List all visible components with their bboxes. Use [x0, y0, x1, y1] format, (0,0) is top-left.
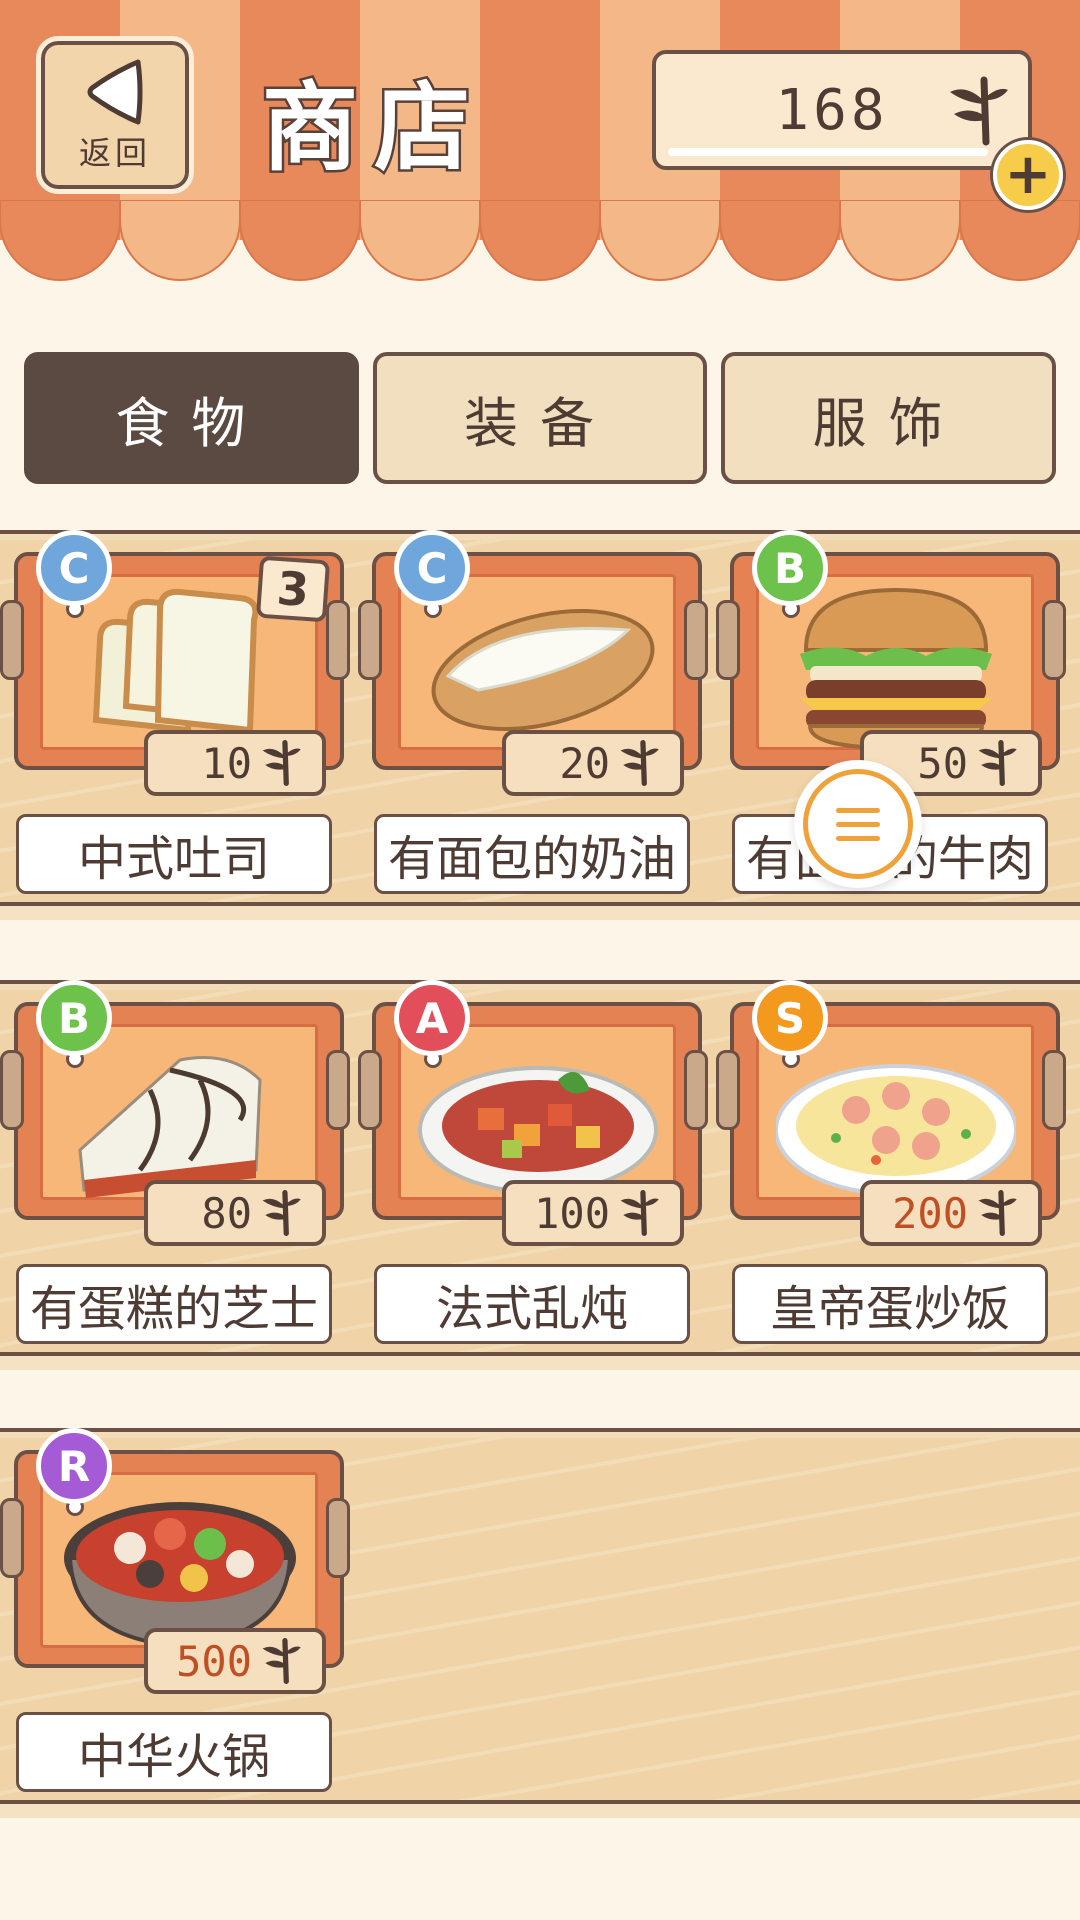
currency-panel: 168 — [652, 50, 1032, 170]
grade-badge: S — [752, 980, 828, 1056]
cake-food-icon — [78, 1056, 262, 1198]
price-value: 20 — [559, 738, 610, 788]
currency-amount: 168 — [775, 77, 889, 143]
price-value: 10 — [201, 738, 252, 788]
price-tag[interactable]: 20 — [502, 730, 684, 796]
price-value: 50 — [917, 738, 968, 788]
bamboo-currency-icon — [950, 76, 1008, 146]
grade-badge: R — [36, 1428, 112, 1504]
shop-item[interactable]: A 100 法式乱炖 — [358, 980, 708, 1344]
price-tag[interactable]: 80 — [144, 1180, 326, 1246]
price-value: 200 — [892, 1188, 968, 1238]
shop-item[interactable]: B 80 有蛋糕的芝士 — [0, 980, 350, 1344]
burger-food-icon — [800, 587, 992, 750]
back-arrow-icon — [84, 56, 146, 128]
price-value: 80 — [201, 1188, 252, 1238]
bamboo-price-icon — [620, 1190, 659, 1236]
bamboo-price-icon — [262, 1190, 301, 1236]
shop-item[interactable]: C 3 10 中式吐司 — [0, 530, 350, 894]
add-currency-button[interactable]: + — [993, 140, 1063, 210]
item-name[interactable]: 法式乱炖 — [374, 1264, 690, 1344]
grade-badge: C — [36, 530, 112, 606]
hotpot-food-icon — [64, 1502, 296, 1648]
rice-food-icon — [776, 1064, 1016, 1196]
shop-item[interactable]: C 20 有面包的奶油 — [358, 530, 708, 894]
tab-equipment[interactable]: 装备 — [372, 352, 708, 484]
bamboo-price-icon — [262, 740, 301, 786]
price-tag[interactable]: 500 — [144, 1628, 326, 1694]
tray-handle — [0, 600, 24, 680]
tab-clothing[interactable]: 服饰 — [721, 352, 1057, 484]
tray-handle — [0, 1050, 24, 1130]
page-title: 商店 — [260, 70, 486, 187]
hotdog-food-icon — [431, 609, 655, 731]
menu-icon — [803, 769, 913, 879]
tray-handle — [684, 1050, 708, 1130]
tray-handle — [358, 1050, 382, 1130]
floating-menu-button[interactable] — [794, 760, 922, 888]
item-name[interactable]: 中华火锅 — [16, 1712, 332, 1792]
tray-handle — [358, 600, 382, 680]
tray-handle — [326, 1050, 350, 1130]
shop-screen: 返回 商店 168 + 食物 装备 服饰 C 3 10 中式吐司 C 20 有面… — [0, 0, 1080, 1920]
tray-handle — [326, 600, 350, 680]
tray-handle — [716, 1050, 740, 1130]
shop-item[interactable]: S 200 皇帝蛋炒饭 — [716, 980, 1066, 1344]
owned-count-badge: 3 — [255, 555, 331, 623]
tray-handle — [326, 1498, 350, 1578]
grade-badge: B — [752, 530, 828, 606]
tab-food[interactable]: 食物 — [24, 352, 359, 484]
item-name[interactable]: 中式吐司 — [16, 814, 332, 894]
category-tabs: 食物 装备 服饰 — [24, 352, 1057, 484]
tray-handle — [1042, 600, 1066, 680]
tray-handle — [684, 600, 708, 680]
currency-bar — [668, 148, 988, 156]
awning-scallops — [0, 200, 1080, 281]
price-value: 500 — [176, 1636, 252, 1686]
back-button[interactable]: 返回 — [36, 36, 194, 194]
tray-handle — [0, 1498, 24, 1578]
item-name[interactable]: 有面包的奶油 — [374, 814, 690, 894]
back-label: 返回 — [78, 134, 151, 172]
price-tag[interactable]: 10 — [144, 730, 326, 796]
price-tag[interactable]: 100 — [502, 1180, 684, 1246]
item-name[interactable]: 皇帝蛋炒饭 — [732, 1264, 1048, 1344]
price-tag[interactable]: 200 — [860, 1180, 1042, 1246]
stew-food-icon — [418, 1066, 658, 1194]
grade-badge: B — [36, 980, 112, 1056]
bamboo-price-icon — [620, 740, 659, 786]
tray-handle — [716, 600, 740, 680]
bamboo-price-icon — [262, 1638, 301, 1684]
bamboo-price-icon — [978, 1190, 1017, 1236]
grade-badge: A — [394, 980, 470, 1056]
price-value: 100 — [534, 1188, 610, 1238]
bamboo-price-icon — [978, 740, 1017, 786]
grade-badge: C — [394, 530, 470, 606]
item-name[interactable]: 有蛋糕的芝士 — [16, 1264, 332, 1344]
shop-item[interactable]: R 500 中华火锅 — [0, 1428, 350, 1792]
tray-handle — [1042, 1050, 1066, 1130]
